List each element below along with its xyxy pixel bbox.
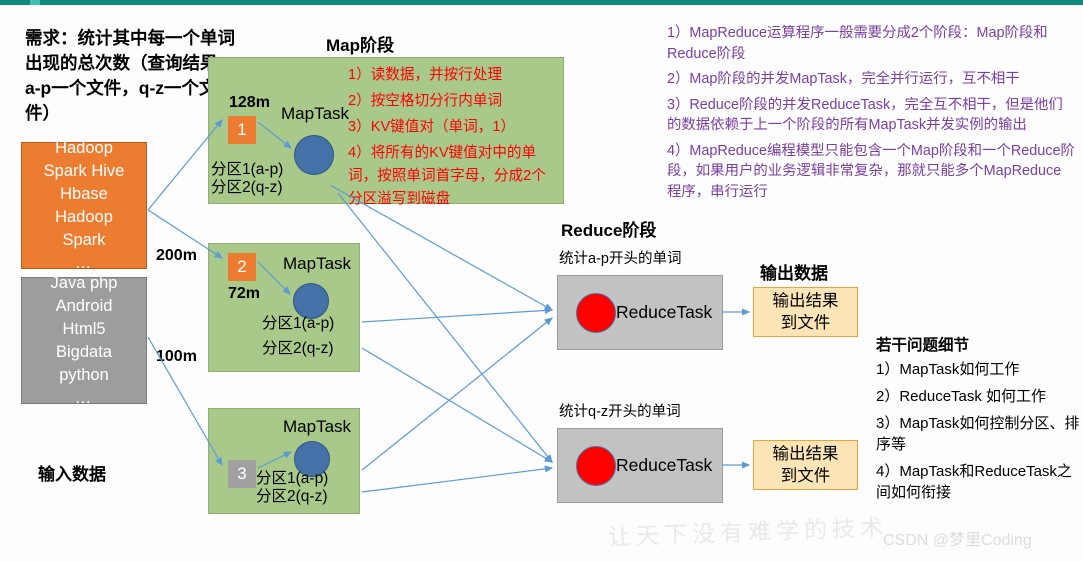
- split-size-128m: 128m: [229, 94, 270, 111]
- input-orange-line-2: Spark Hive: [43, 161, 125, 180]
- output-box-1-line-2: 到文件: [780, 314, 831, 332]
- split-size-200m: 200m: [156, 247, 197, 264]
- map-note-2: 2）按空格切分行内单词: [348, 93, 503, 109]
- purple-note-2: 2）Map阶段的并发MapTask，完全并行运行，互不相干: [667, 71, 1020, 87]
- input-gray-line-1: Java php: [50, 273, 118, 292]
- input-gray-line-2: Android: [55, 296, 113, 315]
- map-partition-3a: 分区1(a-p): [256, 470, 329, 487]
- input-orange-line-3: Hbase: [60, 184, 108, 203]
- input-gray-line-4: Bigdata: [56, 342, 112, 361]
- map-note-4: 4）将所有的KV键值对中的单词，按照单词首字母，分成2个分区溢写到磁盘: [348, 145, 546, 207]
- purple-note-3: 3）Reduce阶段的并发ReduceTask，完全互不相干，但是他们的数据依赖…: [667, 96, 1063, 134]
- arrow-map3-p1-to-reduce1: [361, 317, 553, 471]
- requirement-text: 需求：统计其中每一个单词出现的总次数（查询结果：a-p一个文件，q-z一个文件）: [25, 28, 235, 123]
- map-task-label-1: MapTask: [281, 104, 350, 123]
- purple-note-4: 4）MapReduce编程模型只能包含一个Map阶段和一个Reduce阶段，如果…: [667, 142, 1075, 200]
- reduce-caption-1: 统计a-p开头的单词: [559, 251, 682, 267]
- input-orange-line-5: Spark: [62, 230, 106, 249]
- question-item-4: 4）MapTask和ReduceTask之间如何衔接: [876, 463, 1072, 501]
- input-block-gray: Java php Android Html5 Bigdata python …: [21, 274, 147, 407]
- reduce-caption-2: 统计q-z开头的单词: [559, 404, 681, 420]
- map-task-circle-1: [294, 135, 334, 175]
- purple-note-1: 1）MapReduce运算程序一般需要分成2个阶段：Map阶段和Reduce阶段: [667, 25, 1048, 62]
- mapreduce-principles-notes: 1）MapReduce运算程序一般需要分成2个阶段：Map阶段和Reduce阶段…: [667, 23, 1075, 207]
- arrow-map3-p2-to-reduce2: [361, 465, 554, 493]
- input-gray-line-3: Html5: [62, 319, 106, 338]
- reduce-task-label-2: ReduceTask: [616, 455, 713, 475]
- split-badge-3: 3: [228, 460, 256, 488]
- question-item-2: 2）ReduceTask 如何工作: [876, 388, 1047, 405]
- map-note-3: 3）KV键值对（单词，1）: [348, 119, 516, 135]
- map-stage-notes: 1）读数据，并按行处理 2）按空格切分行内单词 3）KV键值对（单词，1） 4）…: [348, 64, 560, 214]
- map-note-1: 1）读数据，并按行处理: [348, 67, 503, 83]
- top-accent-dot: [30, 0, 40, 5]
- open-questions-section: 若干问题细节 1）MapTask如何工作 2）ReduceTask 如何工作 3…: [876, 335, 1081, 509]
- reduce-task-label-1: ReduceTask: [616, 302, 713, 322]
- input-gray-line-5: python: [59, 365, 109, 384]
- output-box-2-line-2: 到文件: [780, 467, 831, 485]
- question-item-3: 3）MapTask如何控制分区、排序等: [876, 415, 1080, 453]
- input-orange-line-4: Hadoop: [55, 207, 113, 226]
- reduce-stage-title: Reduce阶段: [561, 221, 657, 240]
- map-task-label-2: MapTask: [283, 254, 352, 273]
- output-box-2-line-1: 输出结果: [772, 445, 839, 463]
- input-gray-line-6: …: [74, 388, 94, 407]
- split-badge-2: 2: [228, 253, 256, 281]
- input-data-label: 输入数据: [38, 465, 106, 484]
- split-size-100m: 100m: [156, 348, 197, 365]
- split-size-72m: 72m: [228, 285, 261, 302]
- map-partition-2a: 分区1(a-p): [262, 315, 335, 332]
- csdn-watermark: CSDN @梦里Coding: [883, 532, 1032, 549]
- diagram-canvas: 需求：统计其中每一个单词出现的总次数（查询结果：a-p一个文件，q-z一个文件）…: [0, 0, 1083, 561]
- map-task-circle-2: [293, 283, 329, 319]
- arrow-map2-p1-to-reduce1: [361, 306, 554, 323]
- map-partition-3b: 分区2(q-z): [256, 488, 328, 505]
- input-orange-line-1: Hadoop: [55, 138, 113, 157]
- arrow-map2-p2-to-reduce2: [361, 347, 554, 463]
- map-partition-1b: 分区2(q-z): [211, 179, 283, 196]
- map-partition-2b: 分区2(q-z): [262, 340, 334, 357]
- arrow-map1-p2-to-reduce2: [337, 192, 553, 463]
- output-data-label: 输出数据: [760, 264, 828, 283]
- reduce-task-circle-2: [576, 446, 616, 486]
- output-file-box-1: 输出结果 到文件: [753, 287, 858, 337]
- top-accent-bar: [0, 0, 1083, 5]
- input-block-orange: Hadoop Spark Hive Hbase Hadoop Spark …: [21, 139, 147, 272]
- question-item-1: 1）MapTask如何工作: [876, 361, 1020, 378]
- split-badge-1: 1: [228, 116, 256, 144]
- map-partition-1a: 分区1(a-p): [211, 161, 284, 178]
- map-task-label-3: MapTask: [283, 417, 352, 436]
- reduce-task-circle-1: [576, 293, 616, 333]
- questions-title: 若干问题细节: [876, 337, 970, 354]
- output-box-1-line-1: 输出结果: [772, 292, 839, 310]
- map-stage-title: Map阶段: [326, 36, 394, 55]
- output-file-box-2: 输出结果 到文件: [753, 440, 858, 490]
- calligraphy-watermark: 让天下没有难学的技术: [607, 515, 889, 551]
